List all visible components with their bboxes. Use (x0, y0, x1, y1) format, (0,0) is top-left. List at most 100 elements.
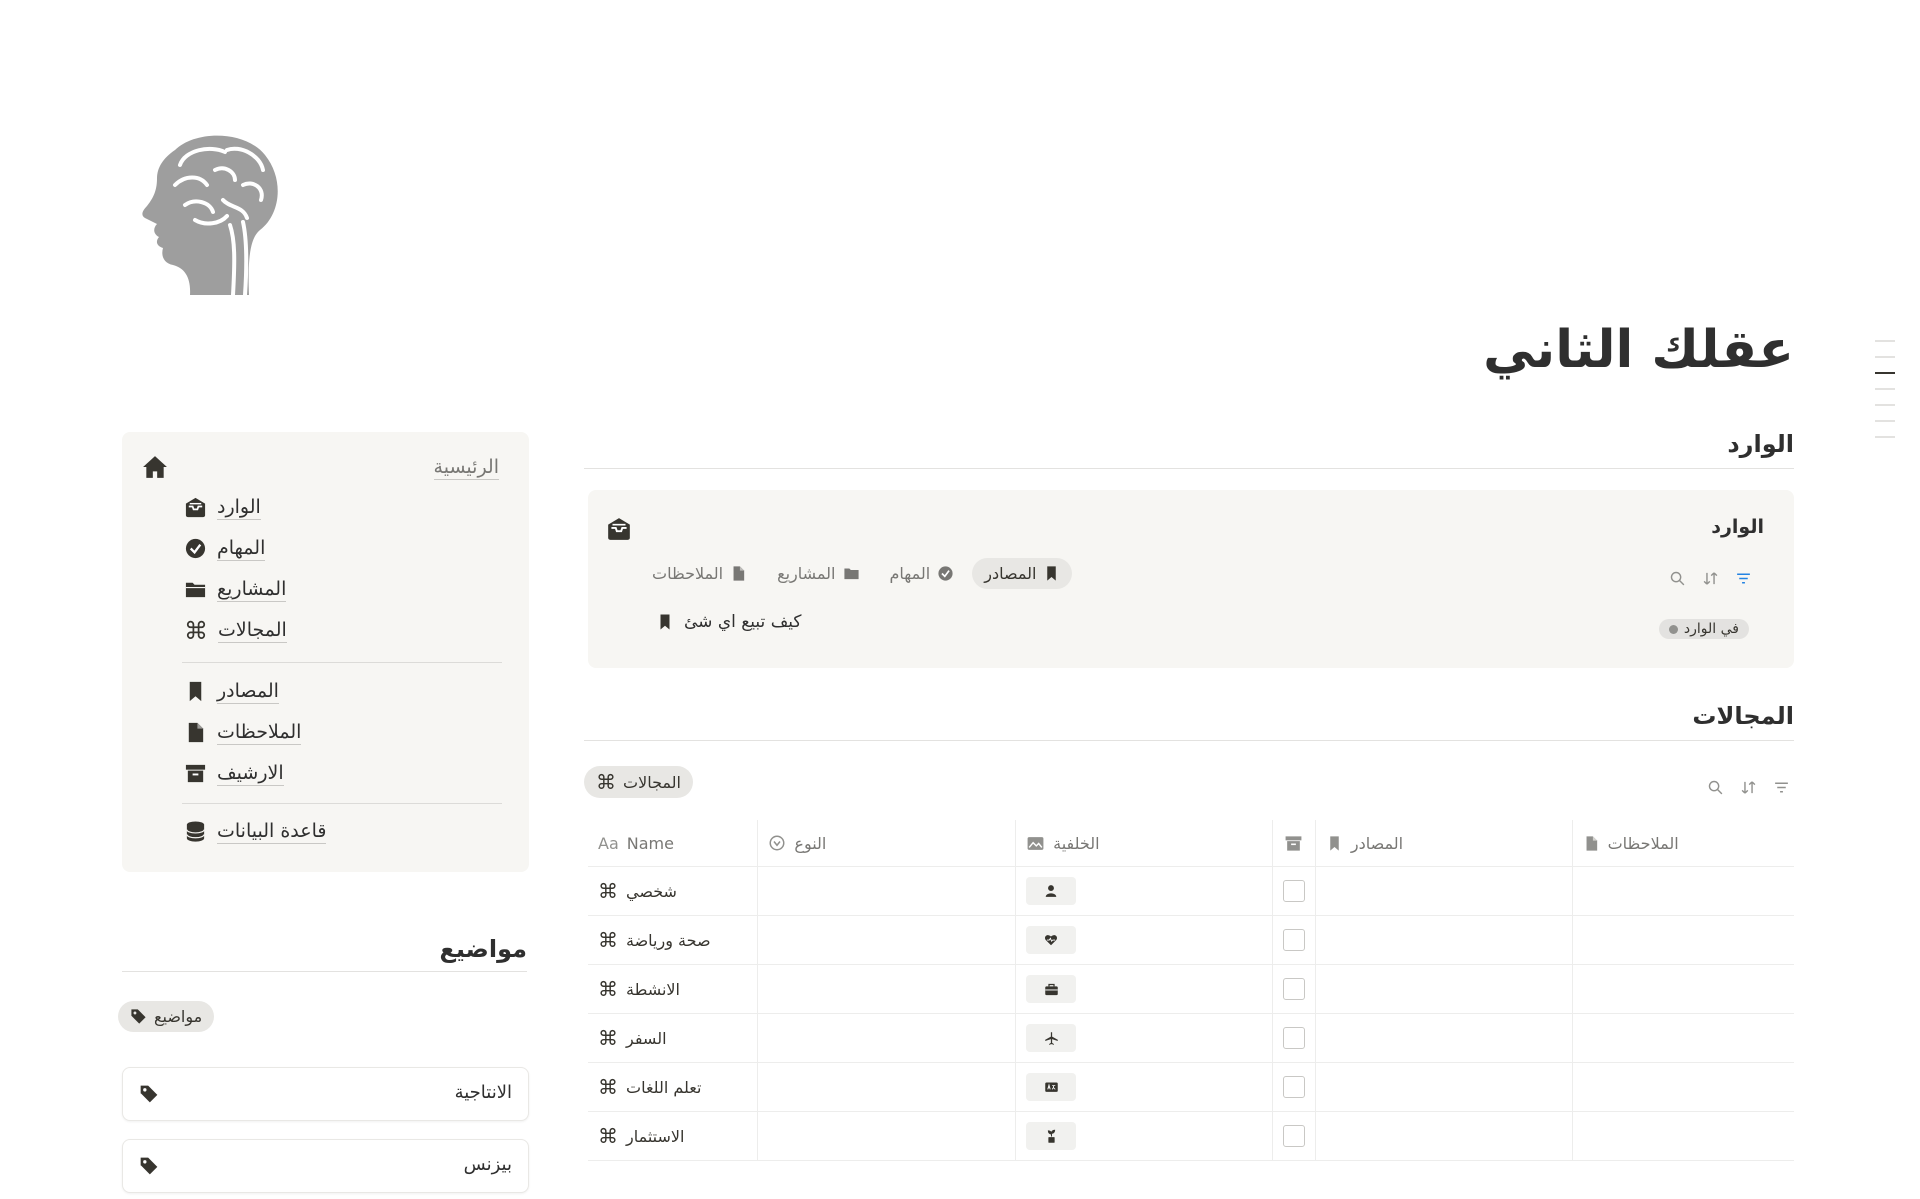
search-icon[interactable] (1707, 779, 1724, 796)
filter-icon[interactable] (1773, 779, 1790, 796)
archive-checkbox[interactable] (1282, 880, 1305, 902)
table-row[interactable]: ⌘ صحة ورياضة (588, 915, 1794, 965)
table-row[interactable]: ⌘ شخصي (588, 866, 1794, 916)
page-outline[interactable] (1875, 340, 1895, 452)
outline-line[interactable] (1875, 356, 1895, 358)
type-cell[interactable] (757, 1013, 1016, 1063)
archive-checkbox[interactable] (1282, 929, 1305, 951)
outline-line[interactable] (1875, 404, 1895, 406)
type-cell[interactable] (757, 866, 1016, 916)
bookmark-icon (1326, 835, 1343, 852)
sort-icon[interactable] (1702, 570, 1719, 587)
archive-icon (1283, 834, 1305, 853)
outline-line[interactable] (1875, 420, 1895, 422)
nav-item-tasks[interactable]: المهام (184, 537, 266, 561)
command-icon: ⌘ (596, 770, 616, 794)
inbox-icon (606, 516, 632, 542)
column-header-sources[interactable]: المصادر (1314, 820, 1573, 867)
areas-heading[interactable]: المجالات (584, 702, 1794, 741)
nav-item-label: قاعدة البيانات (217, 820, 327, 844)
archive-checkbox[interactable] (1282, 1027, 1305, 1049)
column-header-notes[interactable]: الملاحظات (1571, 820, 1794, 867)
topic-card[interactable]: الانتاجية (122, 1067, 529, 1121)
inbox-view-tools (1669, 570, 1752, 587)
status-badge-label: في الوارد (1683, 621, 1739, 637)
search-icon[interactable] (1669, 570, 1686, 587)
inbox-heading[interactable]: الوارد (584, 430, 1794, 469)
nav-home-link[interactable]: الرئيسية (433, 456, 499, 480)
page-title[interactable]: عقلك الثاني (1483, 320, 1794, 380)
heart-pulse-icon (1026, 926, 1077, 954)
bookmark-icon (184, 680, 207, 703)
areas-view-tab[interactable]: المجالات ⌘ (584, 766, 693, 798)
topics-heading[interactable]: مواضيع (122, 935, 527, 972)
outline-line[interactable] (1875, 388, 1895, 390)
archive-checkbox[interactable] (1282, 1125, 1305, 1147)
topics-view-tab[interactable]: مواضيع (118, 1001, 215, 1032)
archive-checkbox[interactable] (1282, 978, 1305, 1000)
status-badge: في الوارد (1658, 618, 1749, 639)
outline-line-active[interactable] (1875, 372, 1895, 374)
topic-card[interactable]: بيزنس (122, 1139, 529, 1193)
nav-item-projects[interactable]: المشاريع (184, 578, 287, 602)
table-row[interactable]: ⌘ الانشطة (588, 964, 1794, 1014)
database-icon (184, 820, 207, 843)
table-row[interactable]: ⌘ تعلم اللغات (588, 1062, 1794, 1112)
document-icon (730, 565, 747, 582)
archive-checkbox[interactable] (1282, 1076, 1305, 1098)
column-header-name[interactable]: Aa Name (588, 820, 758, 867)
sources-cell[interactable] (1314, 964, 1573, 1014)
nav-item-archive[interactable]: الارشيف (184, 762, 284, 786)
check-circle-icon (937, 565, 954, 582)
column-header-background[interactable]: الخلفية (1015, 820, 1273, 867)
inbox-row[interactable]: كيف تبيع اي شئ (656, 612, 802, 632)
document-icon (1583, 835, 1600, 852)
type-cell[interactable] (757, 964, 1016, 1014)
nav-item-label: الارشيف (217, 762, 284, 786)
topic-card-title: الانتاجية (454, 1082, 512, 1103)
row-name: الاستثمار (626, 1126, 685, 1146)
sources-cell[interactable] (1314, 915, 1573, 965)
outline-line[interactable] (1875, 340, 1895, 342)
table-row[interactable]: ⌘ الاستثمار (588, 1111, 1794, 1161)
column-header-type[interactable]: النوع (757, 820, 1016, 867)
home-icon (142, 454, 168, 480)
sources-cell[interactable] (1314, 1013, 1573, 1063)
sort-icon[interactable] (1740, 779, 1757, 796)
type-cell[interactable] (757, 1111, 1016, 1161)
tab-tasks[interactable]: المهام (878, 558, 967, 589)
filter-icon[interactable] (1735, 570, 1752, 587)
document-icon (184, 721, 207, 744)
tab-sources[interactable]: المصادر (972, 558, 1073, 589)
nav-item-database[interactable]: قاعدة البيانات (184, 820, 327, 844)
command-icon: ⌘ (598, 928, 618, 952)
command-icon: ⌘ (598, 1124, 618, 1148)
notes-cell[interactable] (1571, 1062, 1794, 1112)
image-type-icon (1026, 834, 1045, 853)
tab-notes[interactable]: الملاحظات (640, 558, 759, 589)
column-header-archive[interactable] (1271, 820, 1316, 867)
tab-label: المصادر (984, 564, 1037, 583)
outline-line[interactable] (1875, 436, 1895, 438)
notes-cell[interactable] (1571, 915, 1794, 965)
sources-cell[interactable] (1314, 866, 1573, 916)
notes-cell[interactable] (1571, 866, 1794, 916)
sources-cell[interactable] (1314, 1062, 1573, 1112)
inbox-tabs: المصادر المهام المشاريع الملاحظات (640, 558, 1073, 589)
notes-cell[interactable] (1571, 964, 1794, 1014)
notes-cell[interactable] (1571, 1111, 1794, 1161)
notes-cell[interactable] (1571, 1013, 1794, 1063)
type-cell[interactable] (757, 1062, 1016, 1112)
topic-card-title: بيزنس (463, 1154, 512, 1175)
nav-item-inbox[interactable]: الوارد (184, 496, 261, 520)
table-header-row: Aa Name النوع الخلفية المصادر الملاحظات (588, 820, 1794, 867)
areas-view-tools (1707, 779, 1790, 796)
type-cell[interactable] (757, 915, 1016, 965)
tab-label: مواضيع (154, 1007, 203, 1026)
sources-cell[interactable] (1314, 1111, 1573, 1161)
nav-item-notes[interactable]: الملاحظات (184, 721, 302, 745)
nav-item-areas[interactable]: ⌘ المجالات (184, 619, 287, 643)
nav-item-sources[interactable]: المصادر (184, 680, 279, 704)
table-row[interactable]: ⌘ السفر (588, 1013, 1794, 1063)
tab-projects[interactable]: المشاريع (765, 558, 871, 589)
